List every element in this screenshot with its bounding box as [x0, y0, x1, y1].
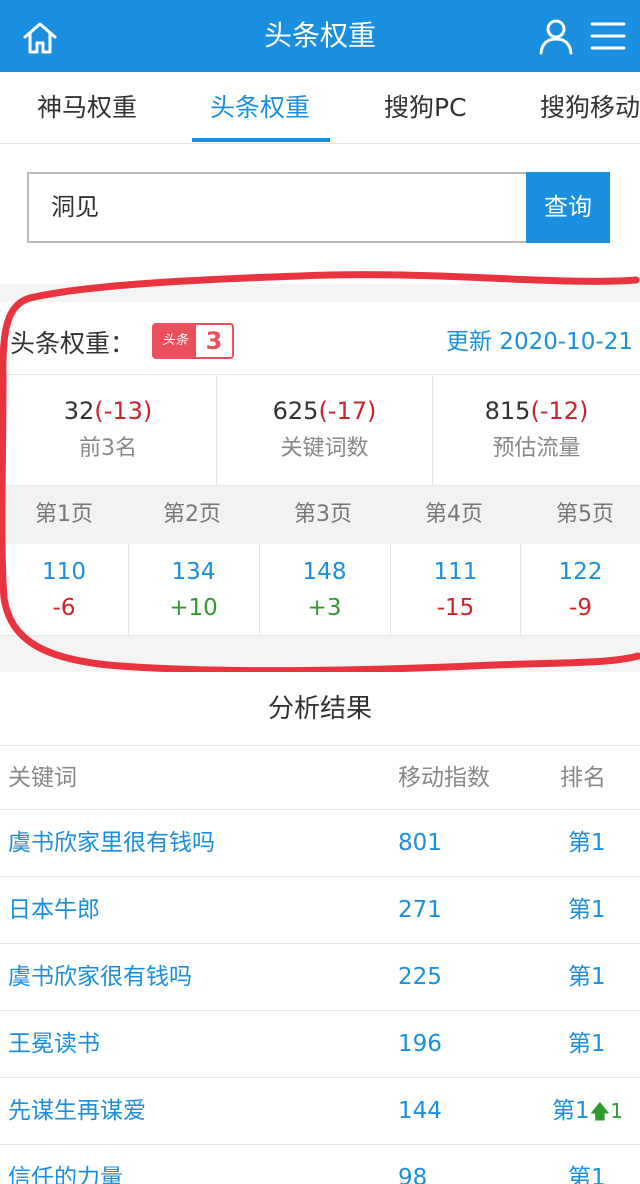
tab-bar: 神马权重 头条权重 搜狗PC 搜狗移动: [0, 72, 640, 144]
rank: 第1: [568, 830, 606, 856]
mobile-index: 225: [398, 964, 442, 990]
page-label: 第2页: [163, 502, 221, 527]
column-index: 移动指数: [398, 765, 490, 791]
toutiao-logo: 头条: [154, 325, 196, 357]
tab-toutiao[interactable]: 头条权重: [210, 72, 310, 143]
stat-value: 625(-17): [272, 397, 377, 425]
rank: 第1: [568, 1031, 606, 1057]
mobile-index: 271: [398, 897, 442, 923]
stat-delta: (-17): [318, 397, 377, 425]
rank: 第1: [568, 897, 606, 923]
search-button[interactable]: 查询: [526, 172, 610, 243]
toutiao-weight-badge: 头条 3: [152, 323, 234, 359]
page-cell: 134 +10: [128, 544, 258, 636]
keyword-link[interactable]: 先谋生再谋爱: [8, 1078, 146, 1145]
page-label: 第1页: [35, 502, 93, 527]
table-row[interactable]: 信任的力量 98 第1: [0, 1145, 640, 1184]
page-change: -9: [569, 595, 592, 621]
page-count: 122: [558, 559, 603, 585]
menu-icon[interactable]: [590, 20, 626, 52]
weight-value: 3: [205, 327, 223, 355]
top-bar: 头条权重: [0, 0, 640, 72]
page-cell: 122 -9: [520, 544, 640, 636]
mobile-index: 196: [398, 1031, 442, 1057]
stats-row: 32(-13) 前3名 625(-17) 关键词数 815(-12) 预估流量: [0, 374, 640, 486]
stat-delta: (-12): [530, 397, 589, 425]
stat-keyword-count: 625(-17) 关键词数: [216, 375, 432, 485]
page-change: +3: [307, 595, 342, 621]
table-row[interactable]: 日本牛郎 271 第1: [0, 877, 640, 944]
rank: 第1: [568, 964, 606, 990]
page-label: 第4页: [425, 502, 483, 527]
page-cell: 110 -6: [0, 544, 128, 636]
pages-body: 110 -6 134 +10 148 +3 111 -15 122 -9: [0, 544, 640, 636]
keyword-link[interactable]: 日本牛郎: [8, 877, 100, 944]
page-change: +10: [169, 595, 218, 621]
page-count: 111: [433, 559, 478, 585]
stat-delta: (-13): [94, 397, 153, 425]
search-input[interactable]: 洞见: [27, 172, 527, 243]
update-date: 更新 2020-10-21: [446, 329, 633, 355]
stat-label: 关键词数: [280, 436, 369, 461]
column-rank: 排名: [560, 765, 606, 791]
page-count: 148: [302, 559, 347, 585]
weight-label: 头条权重：: [10, 329, 136, 358]
keyword-link[interactable]: 王冕读书: [8, 1011, 100, 1078]
page-change: -15: [436, 595, 475, 621]
keyword-link[interactable]: 信任的力量: [8, 1145, 123, 1184]
stat-value: 32(-13): [63, 397, 153, 425]
column-keyword: 关键词: [8, 765, 77, 791]
stat-label: 前3名: [79, 436, 137, 461]
keyword-link[interactable]: 虞书欣家很有钱吗: [8, 944, 192, 1011]
tab-sogou-mobile[interactable]: 搜狗移动: [540, 72, 640, 143]
keyword-link[interactable]: 虞书欣家里很有钱吗: [8, 810, 215, 877]
rank: 第1: [568, 1165, 606, 1184]
active-tab-indicator: [192, 138, 330, 142]
stat-label: 预估流量: [492, 436, 581, 461]
stat-traffic: 815(-12) 预估流量: [432, 375, 640, 485]
table-row[interactable]: 虞书欣家很有钱吗 225 第1: [0, 944, 640, 1011]
table-row[interactable]: 虞书欣家里很有钱吗 801 第1: [0, 810, 640, 877]
table-row[interactable]: 王冕读书 196 第1: [0, 1011, 640, 1078]
pages-header: 第1页 第2页 第3页 第4页 第5页: [0, 486, 640, 544]
page-count: 134: [171, 559, 216, 585]
mobile-index: 144: [398, 1098, 442, 1124]
results-table-header: 关键词 移动指数 排名: [0, 746, 640, 810]
user-icon[interactable]: [536, 16, 576, 56]
mobile-index: 98: [398, 1165, 428, 1184]
page-label: 第3页: [294, 502, 352, 527]
tab-sogou-pc[interactable]: 搜狗PC: [384, 72, 467, 143]
page-cell: 148 +3: [259, 544, 389, 636]
tab-shenma[interactable]: 神马权重: [37, 72, 137, 143]
rank: 第1🡅1: [552, 1098, 623, 1124]
page-change: -6: [52, 595, 76, 621]
stat-value: 815(-12): [484, 397, 589, 425]
page-label: 第5页: [556, 502, 614, 527]
mobile-index: 801: [398, 830, 442, 856]
page-count: 110: [42, 559, 86, 585]
results-title: 分析结果: [0, 672, 640, 746]
page-cell: 111 -15: [390, 544, 520, 636]
stat-top3: 32(-13) 前3名: [0, 375, 216, 485]
rank-change: 1: [610, 1099, 623, 1123]
results-section: 分析结果 关键词 移动指数 排名 虞书欣家里很有钱吗 801 第1 日本牛郎 2…: [0, 672, 640, 1184]
table-row[interactable]: 先谋生再谋爱 144 第1🡅1: [0, 1078, 640, 1145]
arrow-up-icon: 🡅: [589, 1099, 611, 1123]
